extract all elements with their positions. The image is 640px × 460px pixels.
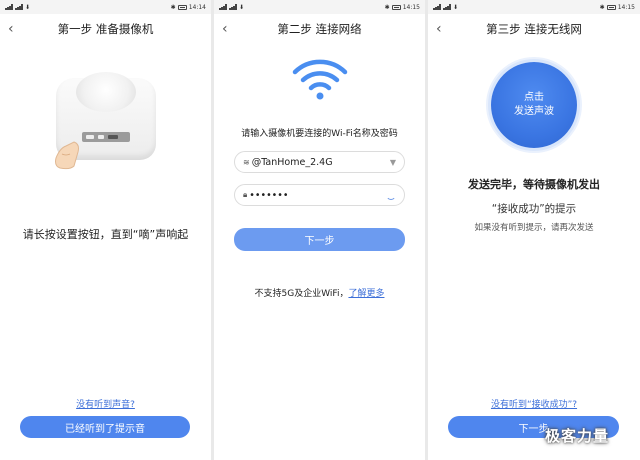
status-left: ⬇ — [5, 4, 30, 11]
status-bar: ⬇ ✱ 14:14 — [0, 0, 211, 14]
wifi-instruction: 请输入摄像机要连接的Wi-Fi名称及密码 — [241, 129, 398, 139]
no-sound-link-wrap: 没有听到声音? — [0, 392, 211, 411]
password-field[interactable]: 🔒︎ ••••••• — [234, 184, 405, 206]
next-button[interactable]: 下一步 — [234, 228, 405, 251]
heard-tone-button[interactable]: 已经听到了提示音 — [20, 416, 190, 438]
page-title: 第二步 连接网络 — [277, 22, 362, 36]
back-arrow-icon[interactable]: ‹ — [436, 21, 442, 37]
status-time: 14:15 — [402, 3, 420, 11]
camera-lens — [76, 72, 136, 112]
bluetooth-icon: ✱ — [384, 3, 390, 11]
watermark: 极客力量 — [545, 427, 610, 445]
status-left: ⬇ — [433, 4, 458, 11]
status-subheading: “接收成功”的提示 — [491, 203, 577, 215]
spinner-icon — [386, 190, 396, 200]
send-soundwave-button[interactable]: 点击 发送声波 — [491, 62, 577, 148]
camera-button-panel — [82, 132, 130, 142]
status-time: 14:14 — [188, 3, 206, 11]
status-bar: ⬇ ✱ 14:15 — [428, 0, 640, 14]
unsupported-note: 不支持5G及企业WiFi，了解更多 — [214, 286, 425, 299]
not-received-link[interactable]: 没有听到“接收成功”? — [491, 400, 577, 410]
learn-more-link[interactable]: 了解更多 — [348, 289, 384, 299]
not-received-link-wrap: 没有听到“接收成功”? — [428, 392, 640, 411]
dropdown-icon[interactable]: ▼ — [390, 158, 396, 167]
note-text: 不支持5G及企业WiFi， — [254, 289, 349, 299]
status-bar: ⬇ ✱ 14:15 — [214, 0, 425, 14]
download-icon: ⬇ — [453, 3, 459, 11]
instruction-text: 请长按设置按钮，直到“嘀”声响起 — [22, 228, 189, 241]
no-sound-link[interactable]: 没有听到声音? — [76, 400, 135, 410]
password-value: ••••••• — [249, 189, 289, 201]
lock-icon: 🔒︎ — [243, 190, 248, 199]
status-time: 14:15 — [617, 3, 635, 11]
signal-icon — [15, 4, 23, 10]
screen-step2: ⬇ ✱ 14:15 ‹ 第二步 连接网络 请输入摄像机要连接的Wi-Fi名称及密… — [214, 0, 425, 460]
nav-bar: ‹ 第三步 连接无线网 — [428, 14, 640, 44]
circle-line1: 点击 — [524, 92, 544, 103]
nav-bar: ‹ 第二步 连接网络 — [214, 14, 425, 44]
bluetooth-icon: ✱ — [170, 3, 176, 11]
signal-icon — [219, 4, 227, 10]
wifi-icon — [292, 59, 348, 100]
signal-icon — [443, 4, 451, 10]
resend-hint: 如果没有听到提示，请再次发送 — [474, 223, 594, 233]
status-right: ✱ 14:15 — [600, 4, 635, 11]
battery-icon — [391, 4, 401, 10]
signal-icon — [229, 4, 237, 10]
back-arrow-icon[interactable]: ‹ — [222, 21, 228, 37]
status-right: ✱ 14:15 — [385, 4, 420, 11]
signal-icon — [5, 4, 13, 10]
page-title: 第三步 连接无线网 — [486, 22, 582, 36]
circle-line2: 发送声波 — [514, 106, 554, 117]
status-left: ⬇ — [219, 4, 244, 11]
back-arrow-icon[interactable]: ‹ — [8, 21, 14, 37]
battery-icon — [177, 4, 187, 10]
finger-press-icon — [55, 141, 79, 170]
screen-step1: ⬇ ✱ 14:14 ‹ 第一步 准备摄像机 请长按设置按钮，直到“嘀”声响起 没… — [0, 0, 211, 460]
status-heading: 发送完毕，等待摄像机发出 — [468, 178, 600, 191]
battery-icon — [606, 4, 616, 10]
bluetooth-icon: ✱ — [599, 3, 605, 11]
download-icon: ⬇ — [25, 3, 31, 11]
download-icon: ⬇ — [239, 3, 245, 11]
ssid-field[interactable]: ≋ @TanHome_2.4G ▼ — [234, 151, 405, 173]
nav-bar: ‹ 第一步 准备摄像机 — [0, 14, 211, 44]
wifi-small-icon: ≋ — [243, 157, 250, 167]
page-title: 第一步 准备摄像机 — [57, 22, 154, 36]
signal-icon — [433, 4, 441, 10]
screen-step3: ⬇ ✱ 14:15 ‹ 第三步 连接无线网 点击 发送声波 发送完毕，等待摄像机… — [428, 0, 640, 460]
ssid-value: @TanHome_2.4G — [251, 156, 333, 168]
status-right: ✱ 14:14 — [171, 4, 206, 11]
